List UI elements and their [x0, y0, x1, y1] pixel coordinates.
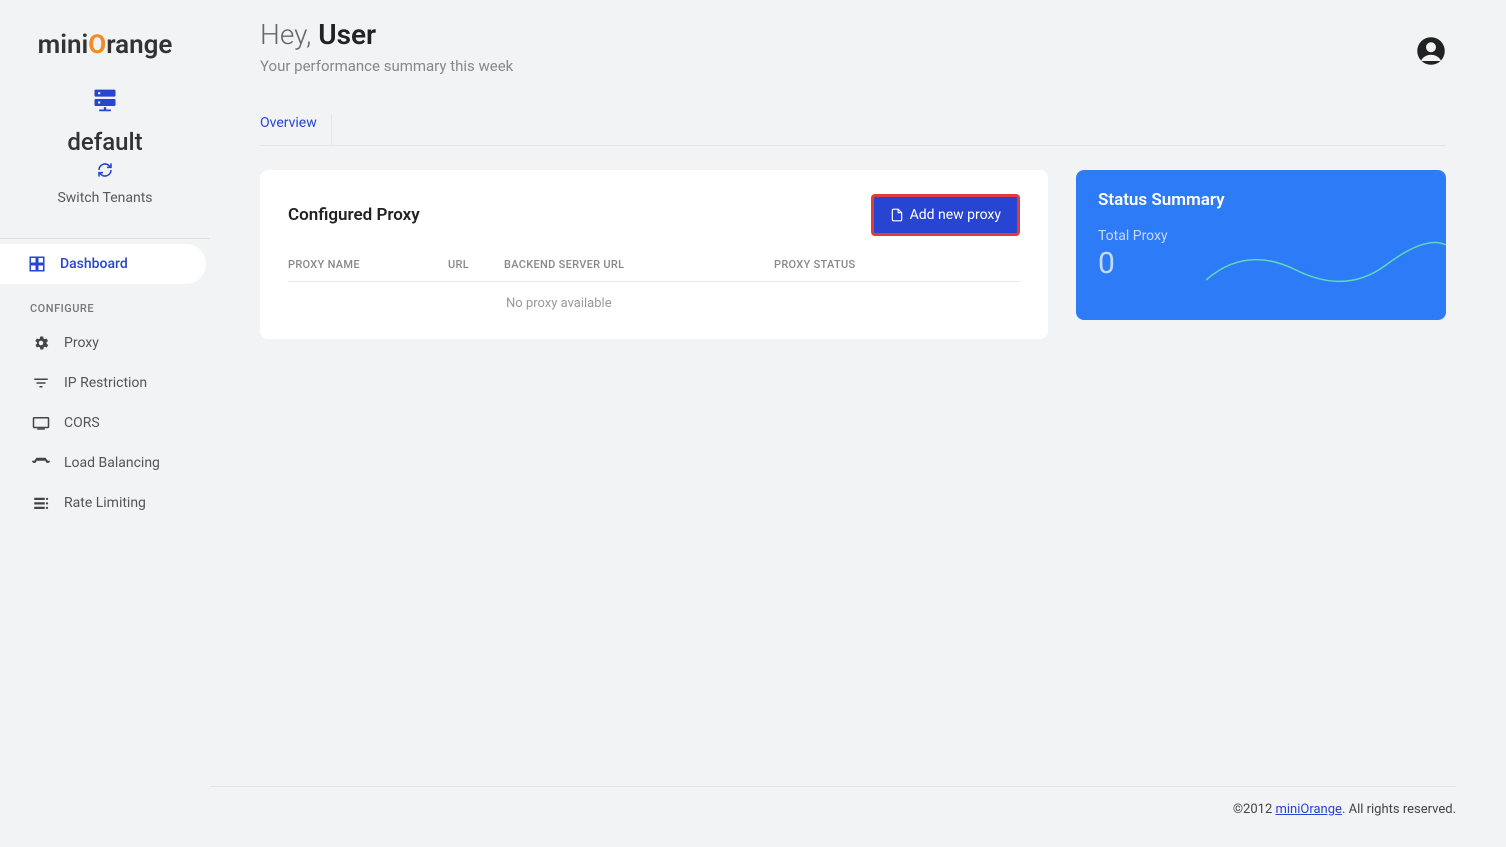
- sidebar-item-label: Proxy: [64, 335, 99, 351]
- greeting-pre: Hey,: [260, 18, 318, 51]
- file-icon: [890, 207, 904, 223]
- copyright-post: . All rights reserved.: [1342, 802, 1456, 817]
- col-backend: BACKEND SERVER URL: [504, 258, 774, 271]
- add-button-label: Add new proxy: [910, 207, 1001, 223]
- sidebar-item-load-balancing[interactable]: Load Balancing: [0, 443, 210, 483]
- sidebar-item-dashboard[interactable]: Dashboard: [0, 244, 206, 284]
- card-header: Configured Proxy Add new proxy: [288, 194, 1020, 236]
- main-content: Hey, User Your performance summary this …: [210, 0, 1506, 847]
- sidebar-item-proxy[interactable]: Proxy: [0, 323, 210, 363]
- configured-proxy-card: Configured Proxy Add new proxy PROXY NAM…: [260, 170, 1048, 339]
- switch-tenants-label[interactable]: Switch Tenants: [57, 190, 152, 206]
- sidebar-item-rate-limiting[interactable]: Rate Limiting: [0, 483, 210, 523]
- footer: ©2012 miniOrange. All rights reserved.: [210, 786, 1456, 817]
- header-text: Hey, User Your performance summary this …: [260, 18, 513, 75]
- content-row: Configured Proxy Add new proxy PROXY NAM…: [260, 170, 1446, 339]
- card-title: Configured Proxy: [288, 205, 420, 225]
- footer-link[interactable]: miniOrange: [1275, 802, 1341, 817]
- sidebar-item-label: CORS: [64, 415, 100, 431]
- brand-accent: O: [88, 30, 106, 60]
- avatar-icon[interactable]: [1416, 36, 1446, 66]
- tabs: Overview: [260, 115, 1446, 146]
- sidebar-item-ip-restriction[interactable]: IP Restriction: [0, 363, 210, 403]
- summary-title: Status Summary: [1098, 190, 1424, 210]
- table-header: PROXY NAME URL BACKEND SERVER URL PROXY …: [288, 258, 1020, 282]
- copyright-pre: ©2012: [1233, 802, 1276, 817]
- tab-overview[interactable]: Overview: [260, 115, 332, 145]
- brand-post: range: [106, 30, 172, 60]
- brand-logo: miniOrange: [38, 30, 173, 60]
- brand-pre: mini: [38, 30, 89, 60]
- col-proxy-name: PROXY NAME: [288, 258, 448, 271]
- tenant-name: default: [67, 128, 142, 156]
- sidebar-item-label: Dashboard: [60, 256, 128, 272]
- col-url: URL: [448, 258, 504, 271]
- user-name: User: [318, 18, 376, 51]
- sidebar-item-label: Load Balancing: [64, 455, 160, 471]
- header-subtext: Your performance summary this week: [260, 57, 513, 75]
- wave-chart-icon: [1206, 240, 1446, 300]
- server-icon: [91, 85, 119, 120]
- add-new-proxy-button[interactable]: Add new proxy: [871, 194, 1020, 236]
- status-summary-card: Status Summary Total Proxy 0: [1076, 170, 1446, 320]
- sidebar-section-label: CONFIGURE: [0, 284, 210, 323]
- header: Hey, User Your performance summary this …: [260, 18, 1446, 75]
- divider: [0, 238, 210, 239]
- sync-icon[interactable]: [97, 162, 113, 182]
- col-status: PROXY STATUS: [774, 258, 1020, 271]
- greeting: Hey, User: [260, 18, 513, 51]
- empty-message: No proxy available: [288, 296, 1020, 311]
- sidebar-item-label: IP Restriction: [64, 375, 147, 391]
- sidebar-item-label: Rate Limiting: [64, 495, 146, 511]
- sidebar-item-cors[interactable]: CORS: [0, 403, 210, 443]
- tenant-section: default Switch Tenants: [0, 85, 210, 206]
- sidebar: miniOrange default Switch Tenants Dashbo…: [0, 0, 210, 847]
